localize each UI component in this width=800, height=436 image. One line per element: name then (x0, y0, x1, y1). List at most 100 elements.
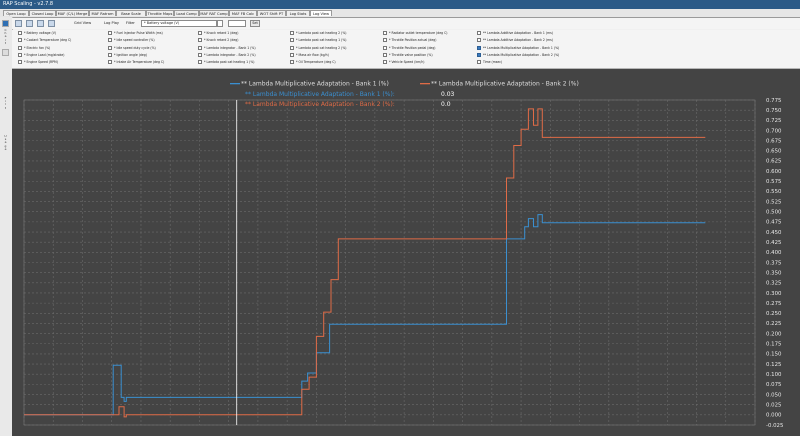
param-checkbox[interactable]: * Electric fan (%) (18, 45, 51, 51)
param-checkbox[interactable]: * Idle speed controller (%) (108, 38, 155, 43)
param-label: * Electric fan (%) (24, 45, 51, 50)
checkbox-unchecked-icon[interactable] (108, 52, 112, 57)
checkbox-unchecked-icon[interactable] (18, 31, 22, 35)
param-checkbox[interactable]: * Throttle Position actual (deg) (383, 38, 436, 43)
param-checkbox[interactable]: * Radiator outlet temperature (deg C) (383, 31, 447, 36)
checkbox-unchecked-icon[interactable] (477, 60, 481, 65)
param-label: * Knock retard 1 (deg) (204, 31, 239, 35)
side-label-char: e (4, 146, 7, 151)
checkbox-unchecked-icon[interactable] (18, 38, 22, 43)
checkbox-unchecked-icon[interactable] (383, 31, 387, 35)
param-checkbox[interactable]: * Engine Load (mg/stroke) (18, 52, 64, 58)
param-checkbox[interactable]: * Vehicle Speed (km/h) (383, 60, 424, 65)
checkbox-unchecked-icon[interactable] (18, 60, 22, 65)
tab-open-loop[interactable]: Open Loop (3, 10, 29, 16)
tab-wot-shift-pt[interactable]: WOT Shift PT (257, 10, 286, 16)
log-play-button[interactable]: Log Play (104, 21, 119, 25)
filter-value-input[interactable] (228, 20, 246, 27)
save-icon[interactable] (26, 20, 33, 27)
param-checkbox[interactable]: * Mass air flow (kg/h) (290, 52, 329, 58)
filter-dropdown-arrow[interactable] (217, 20, 223, 27)
param-checkbox[interactable]: * Knock retard 1 (deg) (198, 31, 238, 36)
param-checkbox[interactable]: * Ignition angle (deg) (108, 52, 147, 58)
param-checkbox[interactable]: * Throttle valve position (%) (383, 52, 433, 58)
tab-maf-ratram[interactable]: MAF Ratram (89, 10, 116, 16)
param-checkbox[interactable]: * Knock retard 2 (deg) (198, 38, 238, 43)
param-checkbox[interactable]: Time (msec) (477, 60, 502, 65)
y-tick-label: 0.550 (766, 189, 782, 195)
checkbox-unchecked-icon[interactable] (383, 60, 387, 65)
checkbox-unchecked-icon[interactable] (18, 52, 22, 57)
tab-base-scale[interactable]: Base Scale (116, 10, 146, 16)
main-tabs: Open Loop Closed Loop MAF (C/L) Merge MAF R… (0, 9, 800, 18)
checkbox-unchecked-icon[interactable] (18, 45, 22, 50)
param-checkbox[interactable]: * Lambda integrator - Bank 2 (%) (198, 52, 256, 58)
export-icon[interactable] (48, 20, 55, 27)
param-checkbox[interactable]: * Lambda post cat heating 2 (%) (290, 31, 346, 36)
tab-maf-fb-calc[interactable]: MAF FB Calc (229, 10, 257, 16)
param-checkbox[interactable]: ** Lambda Additive Adaptation - Bank 2 (… (477, 38, 553, 43)
checkbox-unchecked-icon[interactable] (290, 38, 294, 43)
param-checkbox[interactable]: ** Lambda Multiplicative Adaptation - Ba… (477, 52, 559, 58)
param-checkbox[interactable]: * Engine Speed (RPM) (18, 60, 58, 65)
checkbox-unchecked-icon[interactable] (198, 60, 202, 65)
checkbox-unchecked-icon[interactable] (108, 45, 112, 50)
param-checkbox[interactable]: ** Lambda Multiplicative Adaptation - Ba… (477, 45, 559, 51)
checkbox-unchecked-icon[interactable] (198, 45, 202, 50)
param-label: * Throttle valve position (%) (389, 52, 433, 57)
tab-maf-c-l-merge[interactable]: MAF (C/L) Merge (56, 10, 89, 16)
tab-load-comp[interactable]: Load Comp (174, 10, 199, 16)
checkbox-unchecked-icon[interactable] (108, 38, 112, 43)
tab-maf-rat-comp[interactable]: MAF RAT Comp (199, 10, 229, 16)
tab-log-view[interactable]: Log View (310, 10, 332, 16)
checkbox-unchecked-icon[interactable] (290, 31, 294, 35)
checkbox-unchecked-icon[interactable] (108, 31, 112, 35)
param-checkbox[interactable]: * Fuel Injector Pulse Width (ms) (108, 31, 163, 36)
param-label: * Vehicle Speed (km/h) (389, 60, 425, 65)
param-checkbox[interactable]: * Idle speed duty cycle (%) (108, 45, 156, 51)
checkbox-unchecked-icon[interactable] (198, 38, 202, 43)
print-icon[interactable] (37, 20, 44, 27)
param-checkbox[interactable]: * Throttle Position pedal (deg) (383, 45, 436, 51)
side-label-char: t (4, 40, 7, 45)
checkbox-unchecked-icon[interactable] (198, 31, 202, 35)
checkbox-checked-icon[interactable] (477, 52, 481, 57)
tab-closed-loop[interactable]: Closed Loop (29, 10, 56, 16)
checkbox-unchecked-icon[interactable] (383, 45, 387, 50)
y-tick-label: 0.600 (766, 169, 782, 175)
param-label: * Idle speed duty cycle (%) (114, 45, 156, 50)
chart-view-toggle[interactable] (2, 20, 9, 27)
checkbox-checked-icon[interactable] (477, 45, 481, 50)
set-button[interactable]: Set (250, 20, 260, 27)
tab-throttle-maps[interactable]: Throttle Maps (146, 10, 174, 16)
param-checkbox[interactable]: * Coolant Temperature (deg C) (18, 38, 71, 43)
checkbox-unchecked-icon[interactable] (477, 31, 481, 35)
checkbox-unchecked-icon[interactable] (198, 52, 202, 57)
param-label: * Mass air flow (kg/h) (296, 52, 329, 57)
param-checkbox[interactable]: * Lambda post cat heating 1 (%) (198, 60, 254, 65)
param-checkbox[interactable]: * Lambda post cat heating 2 (%) (290, 45, 346, 51)
param-checkbox[interactable]: * Battery voltage (V) (18, 31, 56, 36)
checkbox-unchecked-icon[interactable] (108, 60, 112, 65)
param-checkbox[interactable]: * Lambda post cat heating 1 (%) (290, 38, 346, 43)
y-tick-label: 0.675 (766, 138, 781, 144)
param-checkbox[interactable]: ** Lambda Additive Adaptation - Bank 1 (… (477, 31, 553, 36)
open-log-icon[interactable] (15, 20, 22, 27)
checkbox-unchecked-icon[interactable] (290, 60, 294, 65)
filter-view-toggle[interactable] (2, 49, 9, 56)
tab-log-stats[interactable]: Log Stats (286, 10, 310, 16)
checkbox-unchecked-icon[interactable] (383, 52, 387, 57)
filter-select[interactable]: * Battery voltage (V) (141, 20, 217, 27)
checkbox-unchecked-icon[interactable] (290, 52, 294, 57)
param-checkbox[interactable]: * Intake Air Temperature (deg C) (108, 60, 164, 65)
window-titlebar: RAP Scaling - v2.7.8 (0, 0, 800, 9)
checkbox-unchecked-icon[interactable] (383, 38, 387, 43)
grid-view-button[interactable]: Grid View (74, 21, 91, 25)
checkbox-unchecked-icon[interactable] (477, 38, 481, 43)
log-chart[interactable]: 0.775 0.750 0.725 0.700 0.675 0.650 0.625 0.600… (12, 69, 800, 436)
checkbox-unchecked-icon[interactable] (290, 45, 294, 50)
param-checkbox[interactable]: * Lambda integrator - Bank 1 (%) (198, 45, 256, 51)
param-label: * Throttle Position actual (deg) (389, 38, 437, 43)
y-tick-label: 0.025 (766, 402, 781, 408)
param-checkbox[interactable]: * Oil Temperature (deg C) (290, 60, 336, 65)
